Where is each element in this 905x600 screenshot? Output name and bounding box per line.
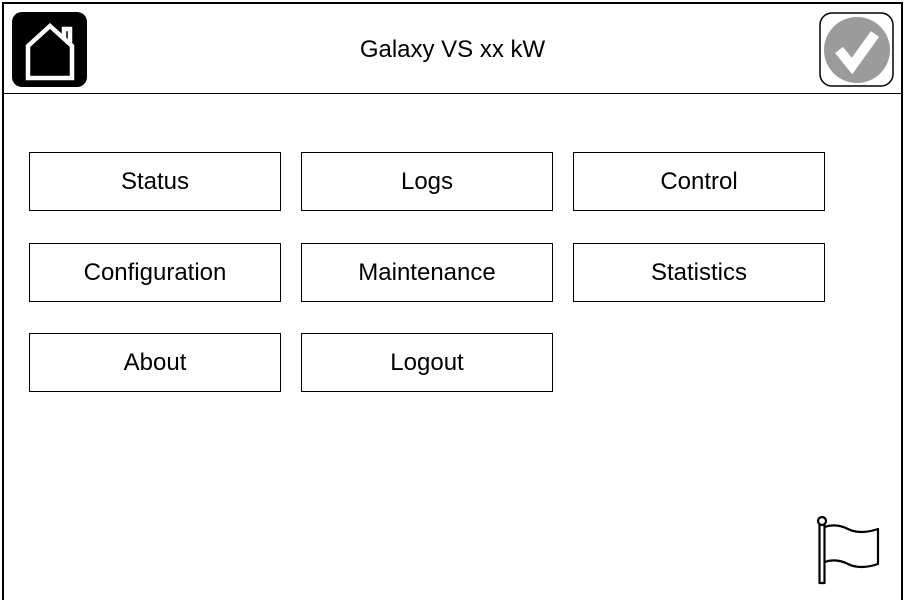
- control-button-label: Control: [660, 167, 738, 195]
- check-status-icon: [819, 12, 894, 87]
- statistics-button[interactable]: Statistics: [573, 243, 825, 302]
- control-button[interactable]: Control: [573, 152, 825, 211]
- flag-button[interactable]: [812, 514, 884, 590]
- about-button[interactable]: About: [29, 333, 281, 392]
- maintenance-button[interactable]: Maintenance: [301, 243, 553, 302]
- logout-button[interactable]: Logout: [301, 333, 553, 392]
- configuration-button-label: Configuration: [83, 258, 227, 286]
- home-button[interactable]: [12, 12, 87, 87]
- configuration-button[interactable]: Configuration: [29, 243, 281, 302]
- maintenance-button-label: Maintenance: [358, 258, 496, 286]
- home-icon: [25, 22, 75, 81]
- status-button[interactable]: Status: [29, 152, 281, 211]
- logs-button-label: Logs: [400, 167, 454, 195]
- statistics-button-label: Statistics: [650, 258, 748, 286]
- flag-icon: [816, 515, 880, 585]
- display-screen: Galaxy VS xx kW Status Logs Control Conf…: [2, 2, 903, 600]
- logout-button-label: Logout: [390, 348, 464, 376]
- page-title: Galaxy VS xx kW: [359, 36, 546, 63]
- header-bar: Galaxy VS xx kW: [4, 4, 901, 94]
- logs-button[interactable]: Logs: [301, 152, 553, 211]
- about-button-label: About: [123, 348, 187, 376]
- status-button-label: Status: [120, 167, 190, 195]
- system-status-button[interactable]: [819, 12, 894, 87]
